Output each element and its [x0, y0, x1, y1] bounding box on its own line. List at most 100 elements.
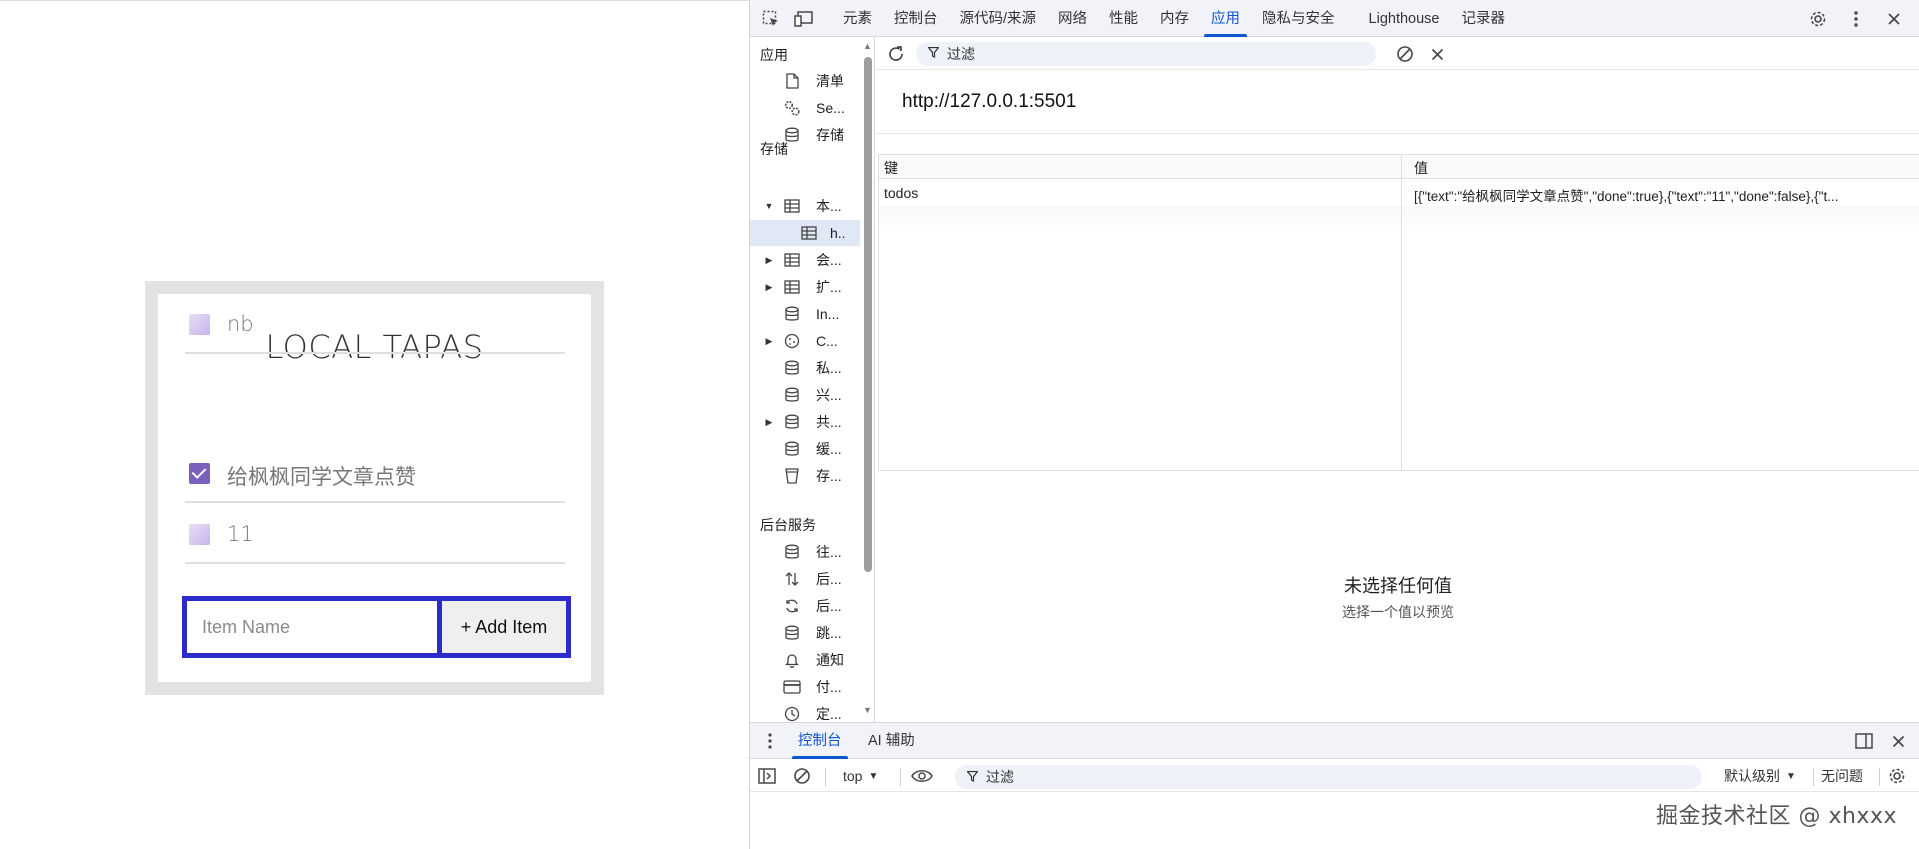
sidebar-item-manifest[interactable]: 清单 — [750, 68, 860, 94]
table-icon — [783, 197, 801, 215]
sidebar-section-storage: 存储 — [760, 141, 788, 157]
sidebar-item-interest-groups[interactable]: 兴... — [750, 382, 860, 408]
cookie-icon — [783, 332, 801, 350]
console-filter-input[interactable]: 过滤 — [955, 765, 1702, 789]
column-header-key[interactable]: 键 — [884, 158, 898, 178]
table-header: 键 值 — [879, 155, 1919, 179]
sidebar-item-cache-storage[interactable]: 缓... — [750, 436, 860, 462]
issues-counter[interactable]: 无问题 — [1821, 760, 1863, 792]
database-icon — [783, 305, 801, 323]
sidebar-item-local-storage-origin[interactable]: h.. — [750, 220, 860, 246]
settings-gear-icon[interactable] — [1806, 7, 1830, 31]
table-row[interactable]: todos [{"text":"给枫枫同学文章点赞","done":true},… — [879, 180, 1919, 206]
log-level-selector[interactable]: 默认级别 ▼ — [1724, 760, 1796, 792]
context-selector[interactable]: top ▼ — [843, 760, 878, 792]
storage-toolbar: 过滤 — [876, 37, 1919, 70]
add-item-form: + Add Item — [182, 596, 571, 658]
tab-console[interactable]: 控制台 — [883, 0, 949, 37]
separator — [1879, 768, 1880, 786]
sidebar-item-local-storage[interactable]: ▼ 本... — [750, 193, 860, 219]
tab-network[interactable]: 网络 — [1047, 0, 1098, 37]
tab-lighthouse[interactable]: Lighthouse — [1358, 0, 1451, 37]
clear-all-icon[interactable] — [1393, 42, 1417, 66]
collapsed-arrow-icon[interactable]: ▶ — [764, 336, 774, 346]
document-icon — [783, 72, 801, 90]
todo-item[interactable]: 给枫枫同学文章点赞 — [185, 443, 565, 503]
tab-memory[interactable]: 内存 — [1149, 0, 1200, 37]
item-name-input[interactable] — [187, 601, 442, 653]
todo-checkbox-checked[interactable] — [189, 463, 210, 484]
storage-filter-input[interactable]: 过滤 — [916, 42, 1376, 66]
tab-elements[interactable]: 元素 — [832, 0, 883, 37]
scrollbar-thumb[interactable] — [864, 57, 872, 572]
console-settings-gear-icon[interactable] — [1888, 760, 1906, 792]
tab-recorder[interactable]: 记录器 — [1450, 0, 1516, 37]
preview-title: 未选择任何值 — [1344, 576, 1452, 596]
sidebar-item-session-storage[interactable]: ▶ 会... — [750, 247, 860, 273]
refresh-icon[interactable] — [884, 42, 908, 66]
console-sidebar-icon[interactable] — [758, 760, 776, 792]
live-expression-eye-icon[interactable] — [911, 760, 933, 792]
filter-funnel-icon — [966, 769, 979, 785]
sidebar-scrollbar[interactable]: ▲ ▼ — [861, 37, 874, 722]
todo-text: 给枫枫同学文章点赞 — [227, 465, 416, 489]
todo-checkbox[interactable] — [189, 524, 210, 545]
context-value: top — [843, 768, 863, 784]
dock-side-icon[interactable] — [1852, 729, 1876, 753]
sidebar-item-periodic-sync[interactable]: 定... — [750, 701, 860, 722]
sidebar-item-extension-storage[interactable]: ▶ 扩... — [750, 274, 860, 300]
scroll-down-arrow-icon[interactable]: ▼ — [863, 705, 872, 715]
add-item-button[interactable]: + Add Item — [442, 601, 566, 653]
collapsed-arrow-icon[interactable]: ▶ — [764, 282, 774, 292]
tab-privacy-security[interactable]: 隐私与安全 — [1251, 0, 1346, 37]
collapsed-arrow-icon[interactable]: ▶ — [764, 255, 774, 265]
expanded-arrow-icon[interactable]: ▼ — [764, 201, 774, 211]
database-icon — [783, 359, 801, 377]
app-viewport: LOCAL TAPAS 给枫枫同学文章点赞 11 nb + Add Item — [0, 0, 749, 849]
scroll-up-arrow-icon[interactable]: ▲ — [863, 41, 872, 51]
device-toolbar-icon[interactable] — [793, 8, 815, 30]
sidebar-item-back-forward-cache[interactable]: 往... — [750, 539, 860, 565]
sidebar-item-storage-buckets[interactable]: 存... — [750, 463, 860, 489]
sidebar-item-private-state-tokens[interactable]: 私... — [750, 355, 860, 381]
delete-selected-icon[interactable] — [1425, 42, 1449, 66]
drawer-tab-ai-assistance[interactable]: AI 辅助 — [868, 723, 915, 759]
application-sidebar: 应用 清单 Se... 存储 存储 ▼ 本... h.. ▶ 会... ▶ 扩.… — [750, 37, 875, 722]
sidebar-item-shared-storage[interactable]: ▶ 共... — [750, 409, 860, 435]
todo-item[interactable]: 11 — [185, 504, 565, 564]
storage-origin: http://127.0.0.1:5501 — [902, 91, 1077, 112]
column-header-value[interactable]: 值 — [1414, 158, 1428, 178]
preview-subtitle: 选择一个值以预览 — [1342, 604, 1454, 620]
sidebar-item-service-workers[interactable]: Se... — [750, 95, 860, 121]
tab-application[interactable]: 应用 — [1200, 0, 1251, 37]
drawer-tab-console[interactable]: 控制台 — [792, 723, 847, 759]
clear-console-icon[interactable] — [793, 760, 811, 792]
devtools-tabs: 元素 控制台 源代码/来源 网络 性能 内存 应用 隐私与安全 Lighthou… — [832, 0, 1516, 37]
todo-checkbox[interactable] — [189, 314, 210, 335]
close-drawer-icon[interactable] — [1886, 729, 1910, 753]
filter-placeholder: 过滤 — [947, 46, 975, 62]
sidebar-item-payment-handler[interactable]: 付... — [750, 674, 860, 700]
sidebar-item-label: 缓... — [816, 441, 842, 457]
inspect-element-icon[interactable] — [760, 8, 782, 30]
sidebar-item-cookies[interactable]: ▶ C... — [750, 328, 860, 354]
todo-item[interactable]: nb — [185, 294, 565, 354]
tab-performance[interactable]: 性能 — [1098, 0, 1149, 37]
bell-icon — [783, 651, 801, 669]
sidebar-item-bounce-tracking[interactable]: 跳... — [750, 620, 860, 646]
sidebar-item-background-sync[interactable]: 后... — [750, 593, 860, 619]
sidebar-item-label: C... — [816, 333, 838, 349]
up-down-arrows-icon — [783, 570, 801, 588]
sidebar-item-indexeddb[interactable]: In... — [750, 301, 860, 327]
sidebar-item-notifications[interactable]: 通知 — [750, 647, 860, 673]
close-icon[interactable] — [1882, 7, 1906, 31]
tab-sources[interactable]: 源代码/来源 — [949, 0, 1048, 37]
more-options-icon[interactable] — [1844, 7, 1868, 31]
drawer-menu-icon[interactable] — [758, 729, 782, 753]
sidebar-item-label: 私... — [816, 360, 842, 376]
column-divider[interactable] — [1401, 155, 1402, 470]
sidebar-item-background-fetch[interactable]: 后... — [750, 566, 860, 592]
tapas-frame: LOCAL TAPAS 给枫枫同学文章点赞 11 nb + Add Item — [145, 281, 604, 695]
collapsed-arrow-icon[interactable]: ▶ — [764, 417, 774, 427]
sidebar-item-label: 通知 — [816, 652, 844, 668]
